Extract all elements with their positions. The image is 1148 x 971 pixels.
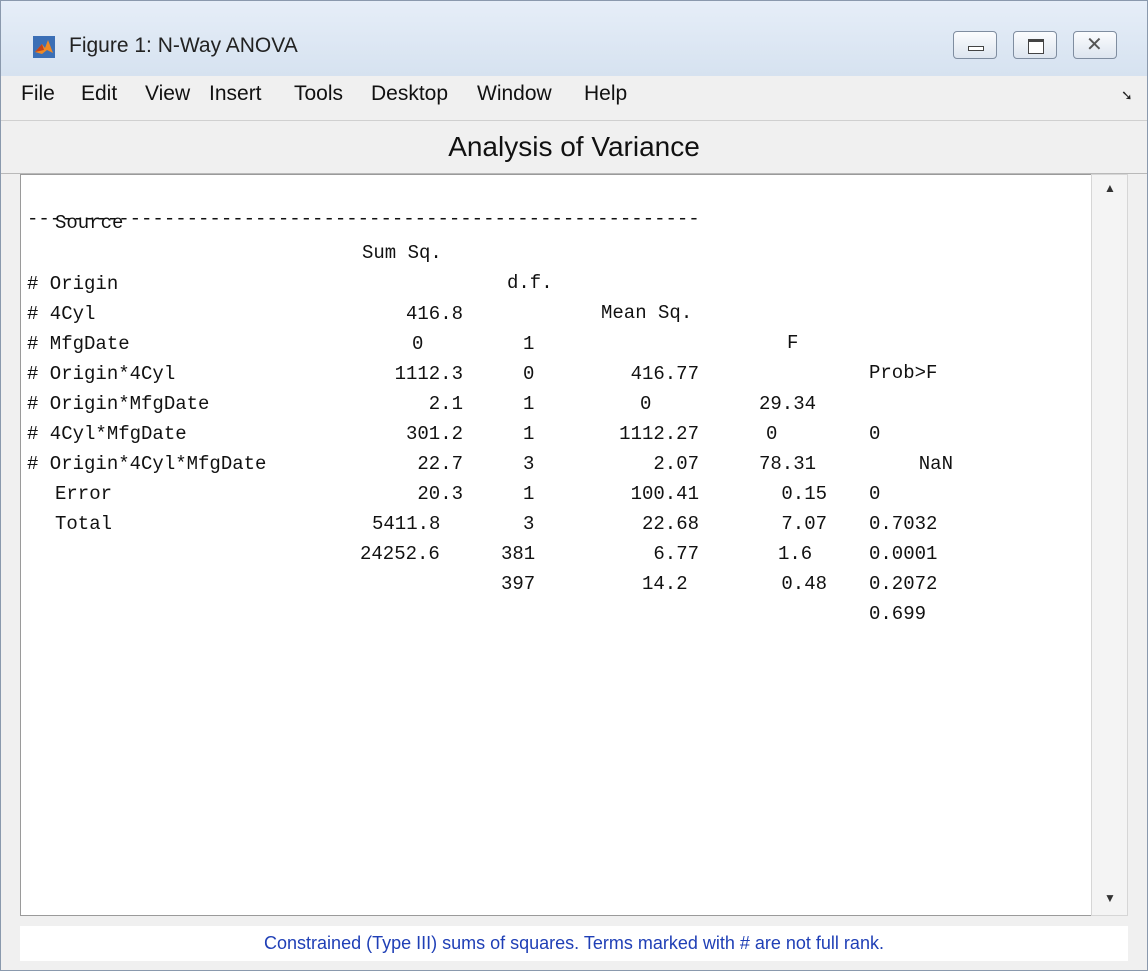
menu-tools[interactable]: Tools xyxy=(294,82,343,106)
menu-window[interactable]: Window xyxy=(477,82,552,106)
cell-sum-sq: 22.7 xyxy=(417,453,463,475)
close-button[interactable]: ✕ xyxy=(1073,31,1117,59)
status-footnote: Constrained (Type III) sums of squares. … xyxy=(20,926,1128,961)
cell-prob-f: 0.0001 xyxy=(869,543,938,565)
vertical-scrollbar[interactable]: ▲ ▼ xyxy=(1091,174,1128,916)
cell-f: 0.48 xyxy=(781,573,827,595)
cell-mean-sq: 100.41 xyxy=(630,483,699,505)
cell-prob-f: 0.699 xyxy=(869,603,927,625)
cell-mean-sq: 0 xyxy=(640,393,652,415)
cell-f: 78.31 xyxy=(759,453,817,475)
cell-sum-sq: 301.2 xyxy=(405,423,463,445)
cell-sum-sq: 24252.6 xyxy=(360,543,440,565)
header-df: d.f. xyxy=(507,272,553,294)
cell-mean-sq: 416.77 xyxy=(630,363,699,385)
cell-f: 7.07 xyxy=(781,513,827,535)
cell-f: 29.34 xyxy=(759,393,817,415)
table-row[interactable]: Error 5411.8 381 14.2 xyxy=(27,449,688,595)
cell-sum-sq: 0 xyxy=(412,333,424,355)
table-row[interactable]: # 4Cyl*MfgDate 22.7 1 22.68 1.6 0.2072 xyxy=(27,389,937,595)
cell-prob-f: NaN xyxy=(918,453,953,475)
cell-df: 3 xyxy=(523,513,535,535)
cell-df: 0 xyxy=(523,363,535,385)
table-row[interactable]: # Origin*4Cyl*MfgDate 20.3 3 6.77 0.48 0… xyxy=(27,419,926,625)
page-title: Analysis of Variance xyxy=(1,121,1147,174)
table-row[interactable]: # MfgDate 1112.3 1 1112.27 78.31 0 xyxy=(27,299,880,505)
cell-mean-sq: 6.77 xyxy=(653,543,699,565)
scroll-up-icon[interactable]: ▲ xyxy=(1104,181,1116,195)
cell-sum-sq: 2.1 xyxy=(428,393,463,415)
cell-df: 397 xyxy=(501,573,536,595)
figure-window: Figure 1: N-Way ANOVA ✕ File Edit View I… xyxy=(0,0,1148,971)
table-row[interactable]: Total 24252.6 397 xyxy=(27,479,535,595)
cell-f: 0.15 xyxy=(781,483,827,505)
menu-edit[interactable]: Edit xyxy=(81,82,117,106)
minimize-button[interactable] xyxy=(953,31,997,59)
menu-bar: File Edit View Insert Tools Desktop Wind… xyxy=(1,76,1147,121)
maximize-button[interactable] xyxy=(1013,31,1057,59)
maximize-icon xyxy=(1028,39,1044,54)
cell-df: 1 xyxy=(523,333,535,355)
header-divider: ----------------------------------------… xyxy=(27,208,700,230)
cell-df: 1 xyxy=(523,423,535,445)
title-bar[interactable]: Figure 1: N-Way ANOVA ✕ xyxy=(1,1,1147,76)
menu-file[interactable]: File xyxy=(21,82,55,106)
scroll-down-icon[interactable]: ▼ xyxy=(1104,891,1116,905)
header-prob-f: Prob>F xyxy=(869,362,938,384)
cell-mean-sq: 2.07 xyxy=(653,453,699,475)
cell-prob-f: 0.2072 xyxy=(869,573,938,595)
table-row[interactable]: # Origin*4Cyl 2.1 1 2.07 0.15 0.7032 xyxy=(27,329,937,535)
cell-prob-f: 0.7032 xyxy=(869,513,938,535)
cell-sum-sq: 1112.3 xyxy=(394,363,463,385)
header-mean-sq: Mean Sq. xyxy=(601,302,693,324)
cell-sum-sq: 416.8 xyxy=(405,303,463,325)
table-row[interactable]: # Origin*MfgDate 301.2 3 100.41 7.07 0.0… xyxy=(27,359,937,565)
cell-mean-sq: 22.68 xyxy=(641,513,699,535)
cell-df: 3 xyxy=(523,453,535,475)
cell-f: 1.6 xyxy=(778,543,813,565)
cell-prob-f: 0 xyxy=(869,423,881,445)
table-header-row: Source Sum Sq. d.f. Mean Sq. F Prob>F xyxy=(27,178,937,384)
menu-view[interactable]: View xyxy=(145,82,190,106)
table-row[interactable]: # Origin 416.8 1 416.77 29.34 0 xyxy=(27,239,880,445)
cell-prob-f: 0 xyxy=(869,483,881,505)
anova-table-listbox[interactable]: Source Sum Sq. d.f. Mean Sq. F Prob>F --… xyxy=(20,174,1111,916)
cell-mean-sq: 14.2 xyxy=(642,573,688,595)
header-f: F xyxy=(787,332,799,354)
cell-f: 0 xyxy=(766,423,778,445)
window-title: Figure 1: N-Way ANOVA xyxy=(69,34,298,57)
menu-insert[interactable]: Insert xyxy=(209,82,262,106)
cell-sum-sq: 20.3 xyxy=(417,483,463,505)
close-icon: ✕ xyxy=(1086,32,1103,56)
cell-mean-sq: 1112.27 xyxy=(619,423,699,445)
menu-overflow-icon[interactable]: ➘ xyxy=(1121,87,1133,104)
header-sum-sq: Sum Sq. xyxy=(362,242,442,264)
table-row[interactable]: # 4Cyl 0 0 0 0 NaN xyxy=(27,269,953,475)
menu-desktop[interactable]: Desktop xyxy=(371,82,448,106)
minimize-icon xyxy=(968,46,984,51)
cell-df: 381 xyxy=(501,543,536,565)
cell-df: 1 xyxy=(523,483,535,505)
cell-df: 1 xyxy=(523,393,535,415)
cell-sum-sq: 5411.8 xyxy=(372,513,441,535)
menu-help[interactable]: Help xyxy=(584,82,627,106)
matlab-icon xyxy=(33,36,55,58)
cell-source: Total xyxy=(55,513,113,535)
